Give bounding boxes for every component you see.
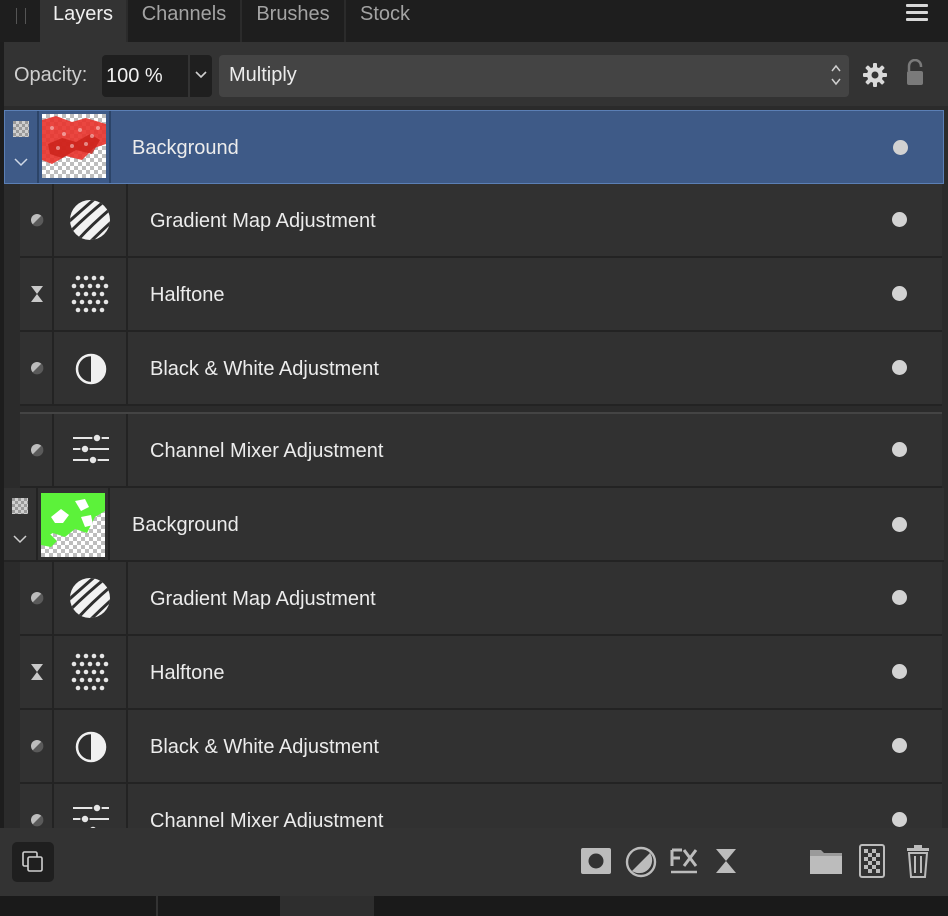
visibility-toggle[interactable] [892,517,907,532]
hamburger-menu-icon[interactable] [906,4,928,22]
gradient-map-icon [70,578,110,618]
layer-name[interactable]: Gradient Map Adjustment [150,588,376,611]
new-pixel-layer-icon[interactable] [859,844,885,878]
layer-toolbar: Opacity: 100 % Multiply [4,42,948,106]
opacity-input[interactable]: 100 % [102,55,188,97]
halftone-icon [71,275,109,313]
layer-thumb-cell [5,111,111,183]
layer-name[interactable]: Halftone [150,284,225,307]
trash-icon[interactable] [906,844,930,878]
layer-row-gradient-map[interactable]: Gradient Map Adjustment [20,184,942,258]
tab-brushes[interactable]: Brushes [242,0,344,42]
tab-layers[interactable]: Layers [40,0,126,42]
channel-mixer-icon [73,433,109,465]
layer-actions-bar [0,828,948,896]
layer-row-channel-mixer[interactable]: Channel Mixer Adjustment [20,412,942,488]
adjustment-layer-icon [31,362,44,375]
layer-icon-cell [54,562,128,634]
footer-segment [0,896,158,916]
visibility-toggle[interactable] [892,360,907,375]
layer-icon-cell [54,258,128,330]
layer-icon-cell [54,332,128,404]
visibility-toggle[interactable] [892,590,907,605]
layer-row-gradient-map[interactable]: Gradient Map Adjustment [20,562,942,636]
group-indent-line [8,184,20,488]
visibility-toggle[interactable] [892,664,907,679]
panel-tab-bar: Layers Channels Brushes Stock [0,0,948,42]
adjustment-layer-icon [31,814,44,827]
channel-mixer-icon [73,803,109,828]
black-white-icon [75,731,107,763]
opacity-dropdown-button[interactable] [190,55,212,97]
live-filter-icon[interactable] [715,848,737,874]
layer-icon-cell [54,784,128,828]
layer-name[interactable]: Channel Mixer Adjustment [150,810,383,828]
adjustment-layer-icon [31,214,44,227]
halftone-icon [71,653,109,691]
adjustment-layer-icon [31,592,44,605]
footer-strip [0,896,948,916]
filter-layer-icon [31,664,43,680]
layer-row-background-1[interactable]: Background [4,110,944,184]
layer-name[interactable]: Black & White Adjustment [150,736,379,759]
layer-row-halftone[interactable]: Halftone [20,258,942,332]
layer-name[interactable]: Channel Mixer Adjustment [150,440,383,463]
layer-row-bw-adjustment[interactable]: Black & White Adjustment [20,710,942,784]
gradient-map-icon [70,200,110,240]
adjustment-layer-icon [31,740,44,753]
filter-layer-icon [31,286,43,302]
chevron-down-icon [195,71,207,79]
arrange-button[interactable] [12,842,54,882]
tab-stock[interactable]: Stock [346,0,424,42]
layer-side-cell [20,710,54,782]
gear-icon[interactable] [862,62,888,88]
visibility-toggle[interactable] [892,212,907,227]
layer-name[interactable]: Gradient Map Adjustment [150,210,376,233]
black-white-icon [75,353,107,385]
visibility-toggle[interactable] [893,140,908,155]
visibility-toggle[interactable] [892,286,907,301]
group-indent-line [8,562,20,828]
layer-name[interactable]: Background [132,137,239,160]
footer-segment [280,896,374,916]
stacked-layers-icon [22,851,43,872]
opacity-label: Opacity: [14,64,88,86]
layer-name[interactable]: Black & White Adjustment [150,358,379,381]
layer-side-cell [20,332,54,404]
up-down-arrows-icon [831,64,841,86]
layer-icon-cell [54,636,128,708]
layer-side-cell [20,414,54,486]
layer-row-channel-mixer[interactable]: Channel Mixer Adjustment [20,784,942,828]
fx-effects-icon[interactable] [669,846,699,876]
visibility-toggle[interactable] [892,442,907,457]
layer-name[interactable]: Halftone [150,662,225,685]
layer-row-halftone[interactable]: Halftone [20,636,942,710]
folder-icon[interactable] [809,846,843,876]
layer-row-bw-adjustment[interactable]: Black & White Adjustment [20,332,942,406]
blend-mode-value: Multiply [229,64,297,86]
adjustment-icon[interactable] [625,846,657,878]
layer-thumb-cell [4,488,110,560]
layer-side-cell [20,258,54,330]
mask-layer-icon[interactable] [580,846,612,876]
blend-mode-select[interactable]: Multiply [219,55,849,97]
visibility-toggle[interactable] [892,738,907,753]
lock-icon[interactable] [905,59,925,87]
visibility-toggle[interactable] [892,812,907,827]
layer-side-cell [20,784,54,828]
tab-channels[interactable]: Channels [128,0,240,42]
layer-row-background-2[interactable]: Background [4,488,944,562]
layer-icon-cell [54,414,128,486]
layers-list[interactable]: Background Gradient Map Adjustment Halft… [4,106,948,828]
panel-grip-handle[interactable] [16,8,26,24]
layer-side-cell [20,562,54,634]
adjustment-layer-icon [31,444,44,457]
layer-side-cell [20,184,54,256]
layer-icon-cell [54,710,128,782]
layer-icon-cell [54,184,128,256]
layer-side-cell [20,636,54,708]
layer-name[interactable]: Background [132,514,239,537]
